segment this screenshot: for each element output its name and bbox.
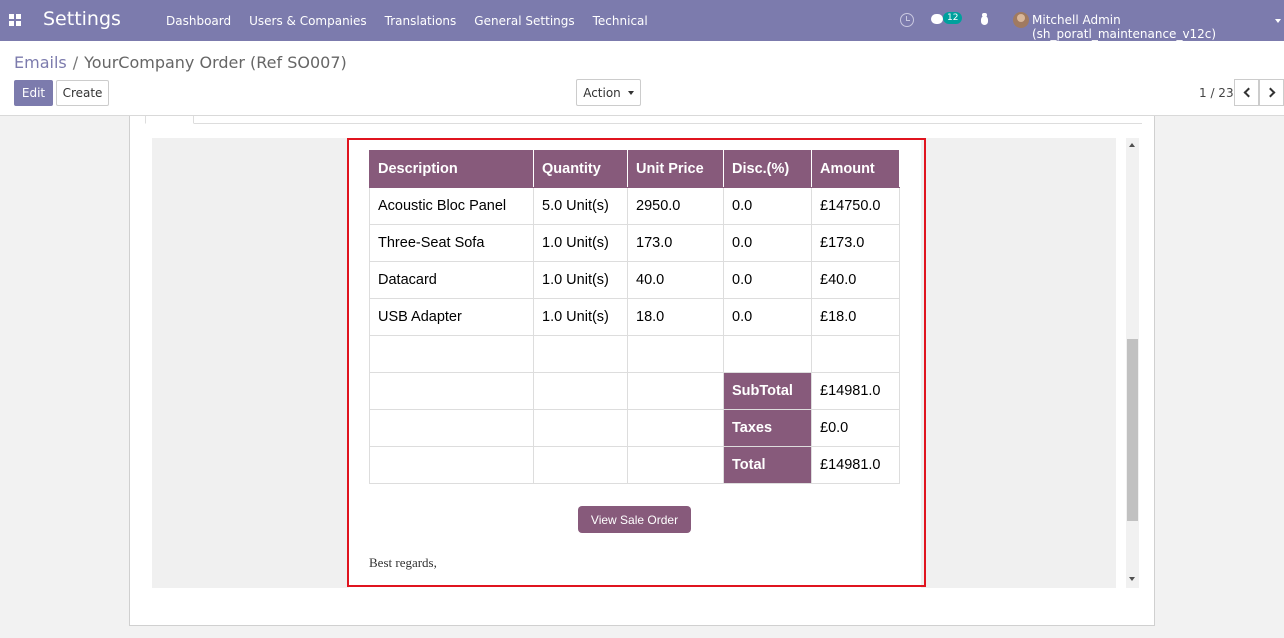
email-preview-frame: Description Quantity Unit Price Disc.(%)… [152, 138, 1116, 588]
user-avatar[interactable] [1013, 12, 1029, 28]
table-cell: 40.0 [627, 261, 724, 299]
form-sheet: Description Quantity Unit Price Disc.(%)… [129, 116, 1155, 626]
table-cell: 1.0 Unit(s) [533, 261, 628, 299]
menu-item-users-companies[interactable]: Users & Companies [240, 14, 376, 28]
pager-next-button[interactable] [1259, 79, 1284, 106]
empty-cell [533, 335, 628, 373]
table-cell: USB Adapter [369, 298, 534, 336]
menu-item-dashboard[interactable]: Dashboard [157, 14, 240, 28]
taxes-label: Taxes [723, 409, 812, 447]
breadcrumb-separator: / [72, 53, 79, 72]
notebook-divider [194, 123, 1142, 124]
top-navbar: Settings Dashboard Users & Companies Tra… [0, 0, 1284, 41]
scroll-down-arrow-icon[interactable] [1129, 577, 1135, 581]
user-menu[interactable]: Mitchell Admin (sh_poratl_maintenance_v1… [1032, 13, 1284, 41]
table-row: Datacard 1.0 Unit(s) 40.0 0.0 £40.0 [369, 261, 900, 299]
empty-cell [369, 335, 534, 373]
empty-cell [369, 372, 534, 410]
subtotal-row: SubTotal £14981.0 [369, 372, 900, 410]
pager-previous-button[interactable] [1234, 79, 1259, 106]
empty-cell [369, 446, 534, 484]
debug-bug-icon[interactable] [979, 12, 989, 26]
taxes-value: £0.0 [811, 409, 900, 447]
table-row: USB Adapter 1.0 Unit(s) 18.0 0.0 £18.0 [369, 298, 900, 336]
column-header: Disc.(%) [723, 150, 812, 188]
empty-cell [627, 409, 724, 447]
menu-item-translations[interactable]: Translations [376, 14, 466, 28]
activity-clock-icon[interactable] [900, 13, 914, 27]
table-cell: 0.0 [723, 187, 812, 225]
empty-cell [533, 409, 628, 447]
closing-text: Best regards, [369, 555, 437, 570]
table-cell: 0.0 [723, 298, 812, 336]
table-cell: £173.0 [811, 224, 900, 262]
table-cell: £40.0 [811, 261, 900, 299]
menu-item-technical[interactable]: Technical [584, 14, 657, 28]
empty-cell [811, 335, 900, 373]
table-cell: £14750.0 [811, 187, 900, 225]
apps-menu-icon[interactable] [9, 14, 21, 26]
table-row: Acoustic Bloc Panel 5.0 Unit(s) 2950.0 0… [369, 187, 900, 225]
table-cell: 0.0 [723, 261, 812, 299]
app-title: Settings [43, 8, 121, 30]
chat-icon[interactable] [931, 14, 943, 24]
taxes-row: Taxes £0.0 [369, 409, 900, 447]
view-sale-order-button[interactable]: View Sale Order [578, 506, 691, 533]
notebook-tab[interactable] [145, 116, 194, 124]
empty-cell [533, 446, 628, 484]
pager-value[interactable]: 1 / 23 [1199, 86, 1234, 100]
table-cell: 173.0 [627, 224, 724, 262]
empty-cell [369, 409, 534, 447]
create-button[interactable]: Create [56, 80, 109, 106]
chevron-left-icon [1243, 87, 1253, 98]
scroll-thumb[interactable] [1127, 339, 1138, 521]
preview-scrollbar[interactable] [1126, 138, 1139, 588]
action-label: Action [583, 85, 621, 100]
table-row: Three-Seat Sofa 1.0 Unit(s) 173.0 0.0 £1… [369, 224, 900, 262]
empty-cell [723, 335, 812, 373]
column-header: Amount [811, 150, 900, 188]
user-caret-icon[interactable] [1275, 19, 1281, 23]
table-cell: 1.0 Unit(s) [533, 224, 628, 262]
table-cell: Acoustic Bloc Panel [369, 187, 534, 225]
breadcrumb: Emails / YourCompany Order (Ref SO007) [14, 53, 347, 72]
empty-cell [627, 335, 724, 373]
table-cell: 2950.0 [627, 187, 724, 225]
chevron-right-icon [1265, 87, 1275, 98]
total-label: Total [723, 446, 812, 484]
caret-down-icon [627, 90, 634, 95]
control-panel: Emails / YourCompany Order (Ref SO007) E… [0, 41, 1284, 116]
total-row: Total £14981.0 [369, 446, 900, 484]
empty-cell [533, 372, 628, 410]
breadcrumb-current: YourCompany Order (Ref SO007) [84, 53, 347, 72]
column-header: Unit Price [627, 150, 724, 188]
main-menu: Dashboard Users & Companies Translations… [157, 0, 657, 41]
order-lines-table: Description Quantity Unit Price Disc.(%)… [369, 150, 900, 484]
empty-cell [627, 372, 724, 410]
table-cell: 18.0 [627, 298, 724, 336]
scroll-up-arrow-icon[interactable] [1129, 143, 1135, 147]
table-header-row: Description Quantity Unit Price Disc.(%)… [369, 150, 900, 188]
table-cell: 1.0 Unit(s) [533, 298, 628, 336]
empty-cell [627, 446, 724, 484]
total-value: £14981.0 [811, 446, 900, 484]
action-dropdown-button[interactable]: Action [576, 79, 641, 106]
table-cell: £18.0 [811, 298, 900, 336]
table-cell: Three-Seat Sofa [369, 224, 534, 262]
column-header: Description [369, 150, 534, 188]
menu-item-general-settings[interactable]: General Settings [465, 14, 583, 28]
empty-row [369, 335, 900, 373]
table-cell: 5.0 Unit(s) [533, 187, 628, 225]
chat-count-badge: 12 [943, 12, 963, 24]
breadcrumb-emails-link[interactable]: Emails [14, 53, 67, 72]
email-body: Description Quantity Unit Price Disc.(%)… [349, 138, 921, 588]
subtotal-value: £14981.0 [811, 372, 900, 410]
table-cell: 0.0 [723, 224, 812, 262]
subtotal-label: SubTotal [723, 372, 812, 410]
edit-button[interactable]: Edit [14, 80, 53, 106]
column-header: Quantity [533, 150, 628, 188]
table-cell: Datacard [369, 261, 534, 299]
